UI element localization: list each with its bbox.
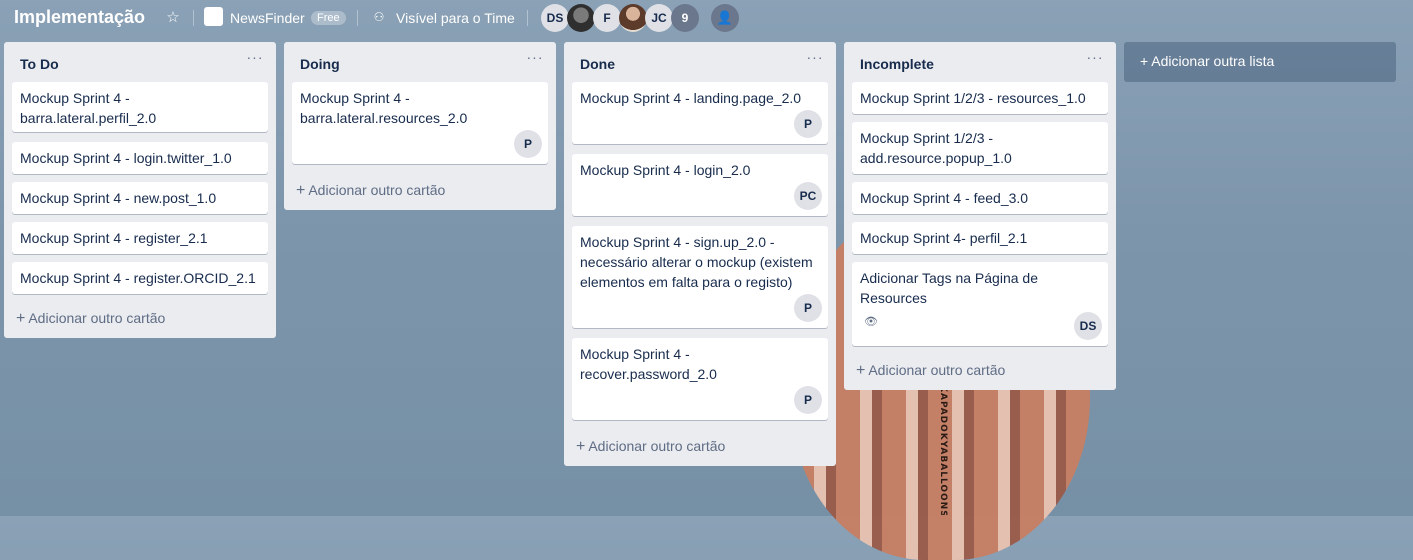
avatar[interactable]: P	[514, 130, 542, 158]
board-header: Implementação ☆ NewsFinder Free ⚇ Visíve…	[0, 0, 1413, 36]
avatar[interactable]: DS	[541, 4, 569, 32]
avatar[interactable]: JC	[645, 4, 673, 32]
avatar[interactable]: PC	[794, 182, 822, 210]
card-title: Mockup Sprint 4 - register.ORCID_2.1	[20, 270, 256, 286]
more-horizontal-icon[interactable]: ···	[246, 50, 264, 66]
card[interactable]: Adicionar Tags na Página de Resources 👁 …	[852, 262, 1108, 346]
add-card-label: Adicionar outro cartão	[308, 182, 446, 198]
member-count-badge[interactable]: 9	[671, 4, 699, 32]
list-title[interactable]: To Do	[20, 56, 59, 72]
background-balloon-text: KAPADOKYABALLOONS	[938, 385, 948, 515]
add-card-button[interactable]: + Adicionar outro cartão	[296, 182, 445, 200]
list-title[interactable]: Incomplete	[860, 56, 934, 72]
card[interactable]: Mockup Sprint 4- perfil_2.1	[852, 222, 1108, 254]
star-icon[interactable]: ☆	[164, 9, 182, 27]
add-card-label: Adicionar outro cartão	[868, 362, 1006, 378]
avatar[interactable]	[619, 4, 647, 32]
list-incomplete: Incomplete ··· Mockup Sprint 1/2/3 - res…	[844, 42, 1116, 390]
card-title: Mockup Sprint 4- perfil_2.1	[860, 230, 1028, 246]
plus-icon: +	[296, 182, 306, 199]
card-title: Mockup Sprint 4 - recover.password_2.0	[580, 346, 717, 382]
card-title: Mockup Sprint 4 - register_2.1	[20, 230, 208, 246]
card-title: Mockup Sprint 1/2/3 - resources_1.0	[860, 90, 1086, 106]
card-title: Mockup Sprint 4 - login.twitter_1.0	[20, 150, 232, 166]
header-divider	[357, 10, 358, 26]
card[interactable]: Mockup Sprint 4 - barra.lateral.resource…	[292, 82, 548, 164]
avatar[interactable]: F	[593, 4, 621, 32]
card[interactable]: Mockup Sprint 4 - login.twitter_1.0	[12, 142, 268, 174]
card[interactable]: Mockup Sprint 1/2/3 - resources_1.0	[852, 82, 1108, 114]
card[interactable]: Mockup Sprint 4 - recover.password_2.0 P	[572, 338, 828, 420]
card-title: Mockup Sprint 4 - feed_3.0	[860, 190, 1029, 206]
add-card-label: Adicionar outro cartão	[28, 310, 166, 326]
avatar[interactable]: P	[794, 386, 822, 414]
add-card-label: Adicionar outro cartão	[588, 438, 726, 454]
card[interactable]: Mockup Sprint 4 - login_2.0 PC	[572, 154, 828, 216]
card-title: Mockup Sprint 4 - new.post_1.0	[20, 190, 217, 206]
more-horizontal-icon[interactable]: ···	[806, 50, 824, 66]
team-visibility-icon: ⚇	[373, 10, 385, 24]
eye-icon: 👁	[864, 316, 878, 328]
list-title[interactable]: Doing	[300, 56, 340, 72]
card[interactable]: Mockup Sprint 4 - sign.up_2.0 - necessár…	[572, 226, 828, 328]
visibility-button[interactable]: Visível para o Time	[396, 10, 515, 26]
invite-member-icon[interactable]: 👤	[711, 4, 739, 32]
card[interactable]: Mockup Sprint 4 - feed_3.0	[852, 182, 1108, 214]
more-horizontal-icon[interactable]: ···	[526, 50, 544, 66]
add-list-button[interactable]: + Adicionar outra lista	[1124, 42, 1396, 82]
plan-badge: Free	[311, 11, 346, 25]
card-title: Mockup Sprint 4 - login_2.0	[580, 162, 751, 178]
card[interactable]: Mockup Sprint 1/2/3 - add.resource.popup…	[852, 122, 1108, 174]
list-to-do: To Do ··· Mockup Sprint 4 - barra.latera…	[4, 42, 276, 338]
avatar[interactable]: DS	[1074, 312, 1102, 340]
header-divider	[527, 10, 528, 26]
list-doing: Doing ··· Mockup Sprint 4 - barra.latera…	[284, 42, 556, 210]
add-card-button[interactable]: + Adicionar outro cartão	[856, 362, 1005, 380]
card-title: Mockup Sprint 4 - landing.page_2.0	[580, 90, 802, 106]
add-card-button[interactable]: + Adicionar outro cartão	[16, 310, 165, 328]
plus-icon: +	[16, 310, 26, 327]
more-horizontal-icon[interactable]: ···	[1086, 50, 1104, 66]
plus-icon: +	[856, 362, 866, 379]
card-title: Mockup Sprint 4 - sign.up_2.0 - necessár…	[580, 234, 813, 290]
card-title: Adicionar Tags na Página de Resources	[860, 270, 1038, 306]
avatar[interactable]: P	[794, 110, 822, 138]
card[interactable]: Mockup Sprint 4 - landing.page_2.0 P	[572, 82, 828, 144]
avatar[interactable]: P	[794, 294, 822, 322]
card[interactable]: Mockup Sprint 4 - register.ORCID_2.1	[12, 262, 268, 294]
add-card-button[interactable]: + Adicionar outro cartão	[576, 438, 725, 456]
board-title[interactable]: Implementação	[14, 7, 145, 28]
avatar[interactable]	[567, 4, 595, 32]
card-title: Mockup Sprint 4 - barra.lateral.perfil_2…	[20, 90, 157, 126]
header-divider	[193, 10, 194, 26]
card[interactable]: Mockup Sprint 4 - new.post_1.0	[12, 182, 268, 214]
card-title: Mockup Sprint 1/2/3 - add.resource.popup…	[860, 130, 1012, 166]
card[interactable]: Mockup Sprint 4 - barra.lateral.perfil_2…	[12, 82, 268, 132]
card[interactable]: Mockup Sprint 4 - register_2.1	[12, 222, 268, 254]
org-logo[interactable]	[204, 7, 223, 26]
list-done: Done ··· Mockup Sprint 4 - landing.page_…	[564, 42, 836, 466]
card-title: Mockup Sprint 4 - barra.lateral.resource…	[300, 90, 468, 126]
plus-icon: +	[576, 438, 586, 455]
org-name[interactable]: NewsFinder	[230, 10, 305, 26]
list-title[interactable]: Done	[580, 56, 615, 72]
